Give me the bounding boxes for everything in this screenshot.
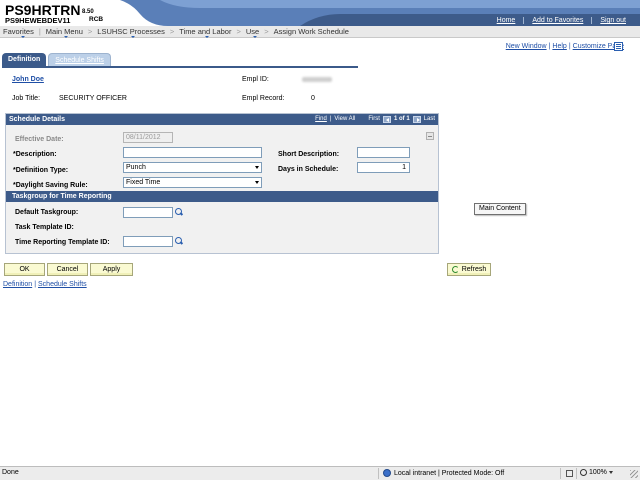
tooltip: Main Content xyxy=(474,203,526,215)
daylight-saving-rule-value: Fixed Time xyxy=(126,179,161,186)
row-position: 1 of 1 xyxy=(393,116,410,122)
sign-out-link[interactable]: Sign out xyxy=(591,17,634,24)
short-description-input[interactable] xyxy=(357,147,410,158)
breadcrumb: Favorites | Main Menu > LSUHSC Processes… xyxy=(3,27,354,38)
breadcrumb-assign-work-schedule: Assign Work Schedule xyxy=(273,27,349,36)
cancel-button[interactable]: Cancel xyxy=(47,263,88,276)
breadcrumb-lsuhsc-processes[interactable]: LSUHSC Processes xyxy=(92,27,170,38)
schedule-details-panel: Schedule Details Find | View All First 1… xyxy=(5,113,439,254)
last-label: Last xyxy=(423,116,435,122)
refresh-icon xyxy=(452,266,459,273)
refresh-button[interactable]: Refresh xyxy=(447,263,491,276)
tab-underline xyxy=(2,66,358,68)
description-label: *Description: xyxy=(13,151,57,158)
page-header: PS9HRTRN 8.50 PS9HEWEBDEV11 RCB Home Add… xyxy=(0,0,640,26)
short-description-label: Short Description: xyxy=(278,151,340,158)
refresh-label: Refresh xyxy=(461,266,487,273)
scroll-navigation: Find | View All First 1 of 1 Last xyxy=(315,114,435,125)
bottom-page-links: Definition | Schedule Shifts xyxy=(3,281,87,288)
time-reporting-template-input[interactable] xyxy=(123,236,173,247)
time-reporting-template-label: Time Reporting Template ID: xyxy=(15,239,110,246)
security-zone-text: Local intranet | Protected Mode: Off xyxy=(394,469,505,477)
schedule-details-title: Schedule Details xyxy=(9,116,66,123)
daylight-saving-rule-label: *Daylight Saving Rule: xyxy=(13,182,88,189)
definition-type-select[interactable]: Punch xyxy=(123,162,262,173)
days-in-schedule-label: Days in Schedule: xyxy=(278,166,339,173)
task-template-id-label: Task Template ID: xyxy=(15,224,74,231)
ok-button[interactable]: OK xyxy=(4,263,45,276)
definition-type-value: Punch xyxy=(126,164,146,171)
taskgroup-header: Taskgroup for Time Reporting xyxy=(6,191,438,202)
job-title-label: Job Title: xyxy=(12,95,41,102)
help-link[interactable]: Help xyxy=(552,43,566,50)
empl-record-label: Empl Record: xyxy=(242,95,285,102)
employee-name-link[interactable]: John Doe xyxy=(12,76,44,83)
first-label: First xyxy=(368,116,380,122)
chevron-down-icon xyxy=(608,471,613,474)
tab-definition[interactable]: Definition xyxy=(2,53,47,66)
grid-icon[interactable] xyxy=(614,42,623,51)
bottom-link-schedule-shifts[interactable]: Schedule Shifts xyxy=(38,281,87,288)
app-version: 8.50 xyxy=(82,9,94,15)
header-links: Home Add to Favorites Sign out xyxy=(489,17,634,24)
breadcrumb-main-menu[interactable]: Main Menu xyxy=(41,27,88,38)
apply-button[interactable]: Apply xyxy=(90,263,133,276)
daylight-saving-rule-select[interactable]: Fixed Time xyxy=(123,177,262,188)
zoom-icon xyxy=(580,469,587,476)
find-link[interactable]: Find xyxy=(315,114,327,125)
chevron-down-icon xyxy=(255,166,259,169)
page-tabs: Definition Schedule Shifts xyxy=(2,53,113,66)
search-icon[interactable] xyxy=(175,208,183,216)
breadcrumb-favorites[interactable]: Favorites xyxy=(3,27,39,38)
zoom-control[interactable]: 100% xyxy=(580,469,613,476)
breadcrumb-bar: Favorites | Main Menu > LSUHSC Processes… xyxy=(0,26,640,38)
default-taskgroup-input[interactable] xyxy=(123,207,173,218)
previous-row-icon[interactable] xyxy=(382,116,391,123)
definition-type-label: *Definition Type: xyxy=(13,167,69,174)
resize-grip-icon[interactable] xyxy=(630,470,638,478)
page-utility-links: New Window | Help | Customize Page xyxy=(505,43,624,50)
default-taskgroup-label: Default Taskgroup: xyxy=(15,209,79,216)
empl-id-label: Empl ID: xyxy=(242,76,269,83)
security-zone: Local intranet | Protected Mode: Off xyxy=(383,469,504,477)
home-link[interactable]: Home xyxy=(489,17,524,24)
search-icon[interactable] xyxy=(175,237,183,245)
database-name: PS9HEWEBDEV11 xyxy=(5,16,71,25)
add-to-favorites-link[interactable]: Add to Favorites xyxy=(523,17,591,24)
job-title-value: SECURITY OFFICER xyxy=(59,95,127,102)
globe-icon xyxy=(383,469,391,477)
view-all-link: View All xyxy=(334,116,356,122)
next-row-icon[interactable] xyxy=(412,116,421,123)
bottom-link-definition[interactable]: Definition xyxy=(3,281,32,288)
zoom-settings-icon[interactable] xyxy=(566,470,573,477)
new-window-link[interactable]: New Window xyxy=(506,43,547,50)
zoom-level: 100% xyxy=(589,469,607,476)
status-text: Done xyxy=(2,469,19,476)
empl-record-value: 0 xyxy=(311,95,315,102)
tab-schedule-shifts[interactable]: Schedule Shifts xyxy=(48,53,111,66)
delete-row-icon[interactable] xyxy=(426,132,434,140)
effective-date-field: 08/11/2012 xyxy=(123,132,173,143)
effective-date-label: Effective Date: xyxy=(15,136,64,143)
user-id: RCB xyxy=(89,16,104,23)
days-in-schedule-input[interactable]: 1 xyxy=(357,162,410,173)
breadcrumb-time-and-labor[interactable]: Time and Labor xyxy=(174,27,236,38)
browser-status-bar: Done Local intranet | Protected Mode: Of… xyxy=(0,466,640,480)
chevron-down-icon xyxy=(255,181,259,184)
schedule-details-header: Schedule Details Find | View All First 1… xyxy=(6,114,438,125)
description-input[interactable] xyxy=(123,147,262,158)
empl-id-redacted xyxy=(302,77,332,82)
breadcrumb-use[interactable]: Use xyxy=(241,27,264,38)
